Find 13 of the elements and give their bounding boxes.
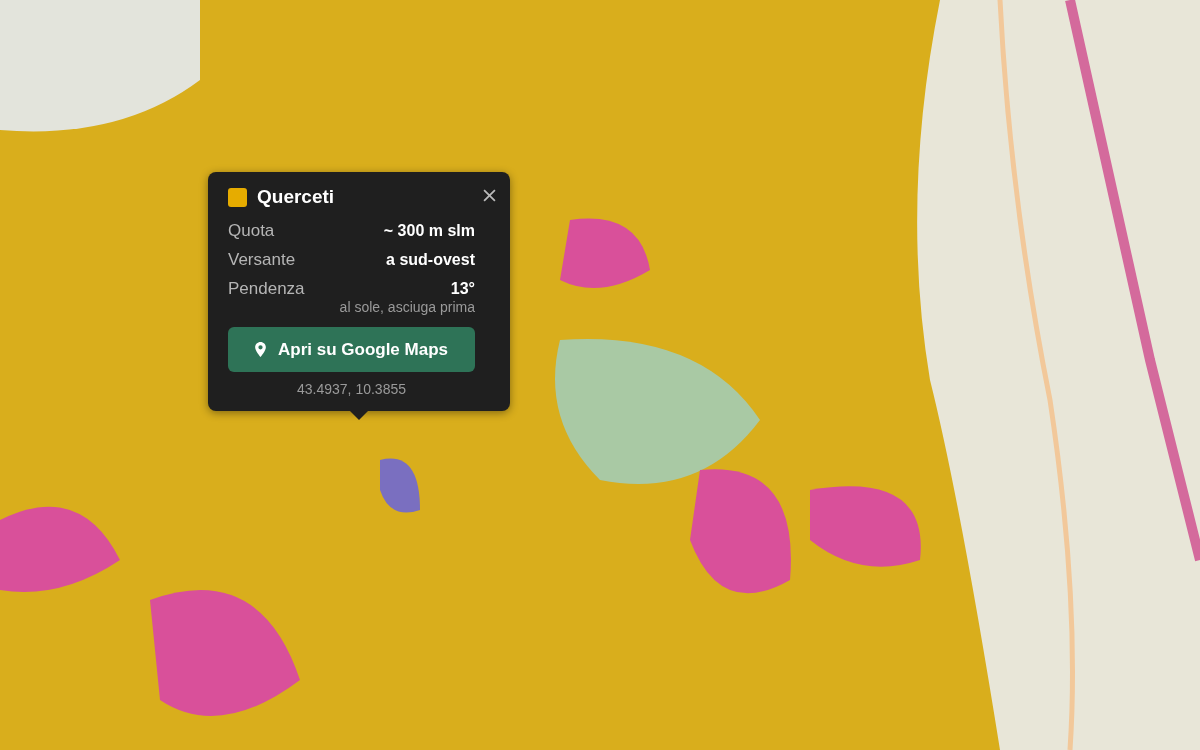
map-pin-icon bbox=[255, 342, 266, 357]
map-drawing[interactable] bbox=[0, 0, 1200, 750]
field-value: 13° bbox=[450, 279, 475, 299]
open-maps-button[interactable]: Apri su Google Maps bbox=[228, 327, 475, 372]
field-value: ~ 300 m slm bbox=[383, 221, 475, 241]
field-label: Quota bbox=[228, 220, 275, 242]
popup-title: Querceti bbox=[257, 186, 335, 208]
field-value: a sud-ovest bbox=[386, 250, 475, 270]
field-label: Versante bbox=[228, 249, 296, 271]
slope-note: al sole, asciuga prima bbox=[338, 299, 475, 315]
close-icon[interactable] bbox=[483, 189, 496, 202]
field-label: Pendenza bbox=[228, 278, 305, 300]
coordinates-text: 43.4937, 10.3855 bbox=[296, 381, 407, 397]
